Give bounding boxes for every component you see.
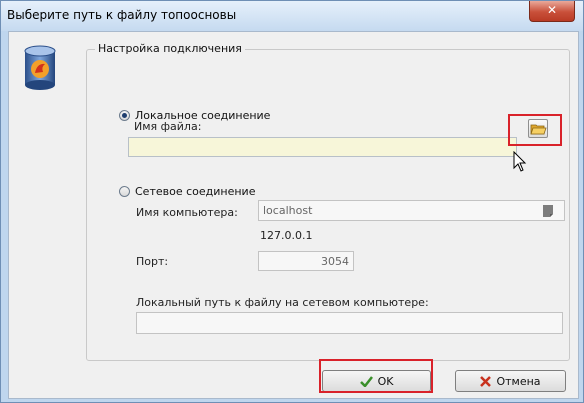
close-icon: ✕ — [546, 3, 558, 17]
file-name-label: Имя файла: — [134, 120, 202, 133]
title-bar: Выберите путь к файлу топоосновы ✕ — [1, 1, 583, 31]
file-name-input[interactable] — [128, 137, 517, 157]
database-icon — [24, 45, 56, 90]
group-legend: Настройка подключения — [95, 42, 245, 55]
ok-highlight-frame — [319, 359, 433, 393]
cancel-label: Отмена — [496, 374, 541, 388]
dialog-window: Выберите путь к файлу топоосновы ✕ Настр… — [0, 0, 584, 403]
network-connection-option[interactable]: Сетевое соединение — [119, 185, 255, 198]
computer-icon[interactable] — [540, 203, 556, 219]
network-connection-label: Сетевое соединение — [135, 185, 256, 198]
remote-path-input[interactable] — [136, 312, 563, 334]
close-button[interactable]: ✕ — [529, 1, 575, 22]
port-input[interactable]: 3054 — [258, 251, 354, 271]
port-label: Порт: — [136, 255, 169, 268]
cross-icon — [480, 375, 492, 387]
cancel-button[interactable]: Отмена — [455, 370, 566, 392]
remote-path-label: Локальный путь к файлу на сетевом компью… — [136, 296, 429, 309]
network-connection-radio[interactable] — [119, 186, 130, 197]
connection-settings-group: Настройка подключения Локальное соединен… — [86, 42, 570, 361]
resolved-ip-text: 127.0.0.1 — [260, 229, 313, 242]
local-connection-radio[interactable] — [119, 110, 130, 121]
computer-name-label: Имя компьютера: — [136, 206, 238, 219]
dialog-body: Настройка подключения Локальное соединен… — [8, 31, 579, 399]
mouse-cursor-icon — [513, 151, 527, 172]
computer-name-input[interactable]: localhost — [258, 200, 565, 221]
browse-highlight-frame — [508, 114, 562, 146]
window-title: Выберите путь к файлу топоосновы — [7, 8, 237, 22]
